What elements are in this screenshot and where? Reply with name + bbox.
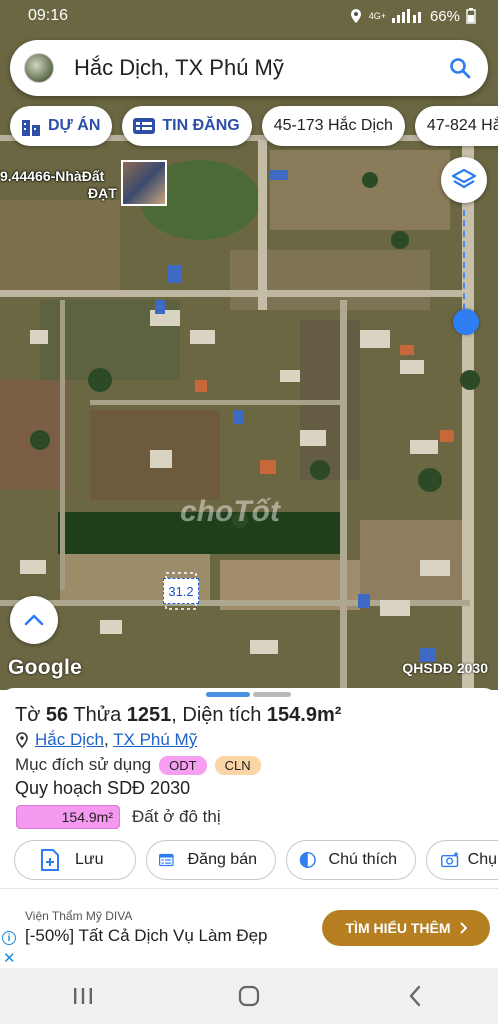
map-marker-label[interactable]: 9.44466-NhàĐất ĐẠT: [0, 168, 117, 202]
chip-label: 45-173 Hắc Dịch: [273, 117, 393, 134]
post-sale-button[interactable]: Đăng bán: [146, 840, 276, 880]
chip-parcel-45-173[interactable]: 45-173 Hắc Dịch: [261, 106, 405, 146]
legend-label: Chú thích: [328, 851, 397, 868]
ad-close-icon[interactable]: ✕: [3, 949, 16, 967]
layers-icon: [451, 168, 477, 189]
chip-tin-dang[interactable]: TIN ĐĂNG: [122, 106, 252, 146]
ward-link[interactable]: Hắc Dịch: [35, 730, 104, 749]
action-buttons: Lưu Đăng bán Chú thích Chụ: [14, 840, 498, 880]
thua-label: Thửa: [73, 704, 122, 726]
plan-area-row: 154.9m² Đất ở đô thị: [16, 805, 221, 829]
expand-up-button[interactable]: [10, 596, 58, 644]
chevron-up-icon: [24, 614, 44, 626]
chip-label: DỰ ÁN: [48, 117, 101, 134]
to-number: 56: [45, 704, 69, 726]
tag-cln[interactable]: CLN: [214, 755, 261, 775]
ad-cta-label: TÌM HIỂU THÊM: [345, 920, 451, 936]
capture-label: Chụ: [467, 851, 497, 868]
location-row: Hắc Dịch, TX Phú Mỹ: [15, 730, 197, 750]
satellite-map[interactable]: 09:16 4G+ 66% Hắc Dịch, TX Phú Mỹ DỰ ÁN …: [0, 0, 498, 690]
purpose-label: Mục đích sử dụng: [15, 755, 152, 774]
ad-headline[interactable]: [-50%] Tất Cả Dịch Vụ Làm Đẹp: [25, 926, 268, 946]
sheet-handle-active[interactable]: [206, 692, 250, 697]
search-icon[interactable]: [446, 54, 474, 82]
chip-parcel-47-824[interactable]: 47-824 Hắc: [414, 106, 498, 146]
calendar-icon: [159, 853, 174, 867]
building-icon: [22, 120, 40, 136]
filter-chips: DỰ ÁN TIN ĐĂNG 45-173 Hắc Dịch 47-824 Hắ…: [10, 106, 498, 146]
listing-icon: [133, 118, 156, 134]
add-doc-icon: [41, 849, 59, 871]
recent-apps-icon: [74, 988, 92, 1004]
location-separator: ,: [103, 730, 109, 749]
post-sale-label: Đăng bán: [187, 851, 257, 868]
clock: 09:16: [28, 7, 69, 24]
tag-odt[interactable]: ODT: [159, 755, 207, 775]
legend-button[interactable]: Chú thích: [286, 840, 416, 880]
opacity-slider-track[interactable]: [463, 210, 467, 320]
home-icon: [238, 985, 260, 1007]
avatar[interactable]: [24, 53, 54, 83]
home-button[interactable]: [229, 976, 269, 1016]
battery-icon: [466, 8, 476, 24]
back-button[interactable]: [395, 976, 435, 1016]
plan-area-bar: 154.9m²: [16, 805, 120, 829]
signal-icon: [391, 9, 421, 23]
parcel-info-sheet: Tờ 56 Thửa 1251, Diện tích 154.9m² Hắc D…: [0, 688, 498, 888]
google-logo: Google: [8, 656, 83, 679]
plan-title: Quy hoạch SDĐ 2030: [15, 778, 191, 798]
search-bar[interactable]: Hắc Dịch, TX Phú Mỹ: [10, 40, 488, 96]
parcel-title: Tờ 56 Thửa 1251, Diện tích 154.9m²: [15, 704, 341, 727]
camera-plus-icon: [441, 852, 459, 868]
battery-percent: 66%: [429, 7, 460, 25]
watermark: choTốt: [180, 495, 280, 528]
marker-photo[interactable]: [121, 160, 167, 206]
plan-area-desc: Đất ở đô thị: [132, 807, 221, 826]
status-bar: 09:16 4G+ 66%: [0, 0, 498, 32]
area-label: Diện tích: [182, 704, 262, 726]
to-label: Tờ: [15, 704, 41, 726]
plan-layer-label: QHSDĐ 2030: [402, 660, 488, 676]
marker-label-line2: ĐẠT: [88, 185, 117, 201]
half-circle-icon: [299, 851, 316, 869]
capture-button[interactable]: Chụ: [426, 840, 498, 880]
ad-cta-button[interactable]: TÌM HIỂU THÊM: [322, 910, 490, 946]
marker-label-line1: 9.44466-NhàĐất: [0, 168, 105, 184]
town-link[interactable]: TX Phú Mỹ: [113, 730, 197, 749]
network-type: 4G+: [368, 11, 386, 21]
map-pin-icon: [16, 732, 28, 748]
chevron-right-icon: [459, 922, 467, 934]
recent-apps-button[interactable]: [63, 976, 103, 1016]
ad-brand: Viện Thẩm Mỹ DIVA: [25, 909, 133, 923]
chip-label: TIN ĐĂNG: [162, 117, 240, 134]
chip-du-an[interactable]: DỰ ÁN: [10, 106, 113, 146]
search-query[interactable]: Hắc Dịch, TX Phú Mỹ: [74, 55, 446, 81]
area-value: 154.9m²: [266, 704, 342, 726]
title-separator: ,: [171, 704, 177, 726]
layers-button[interactable]: [441, 157, 487, 203]
land-use-row: Mục đích sử dụng ODT CLN: [15, 755, 261, 775]
parcel-label[interactable]: 31.2: [163, 578, 199, 604]
ad-info-icon[interactable]: i: [2, 931, 16, 945]
back-icon: [409, 985, 421, 1007]
save-label: Lưu: [75, 851, 104, 868]
chip-label: 47-824 Hắc: [426, 117, 498, 134]
save-button[interactable]: Lưu: [14, 840, 136, 880]
status-icons: 4G+ 66%: [349, 8, 476, 25]
sheet-handle[interactable]: [253, 692, 291, 697]
opacity-slider-knob[interactable]: [453, 309, 479, 335]
thua-number: 1251: [126, 704, 172, 726]
location-icon: [350, 9, 361, 23]
ad-banner[interactable]: Viện Thẩm Mỹ DIVA [-50%] Tất Cả Dịch Vụ …: [0, 888, 498, 968]
satellite-imagery: [0, 0, 498, 690]
system-nav-bar: [0, 968, 498, 1024]
